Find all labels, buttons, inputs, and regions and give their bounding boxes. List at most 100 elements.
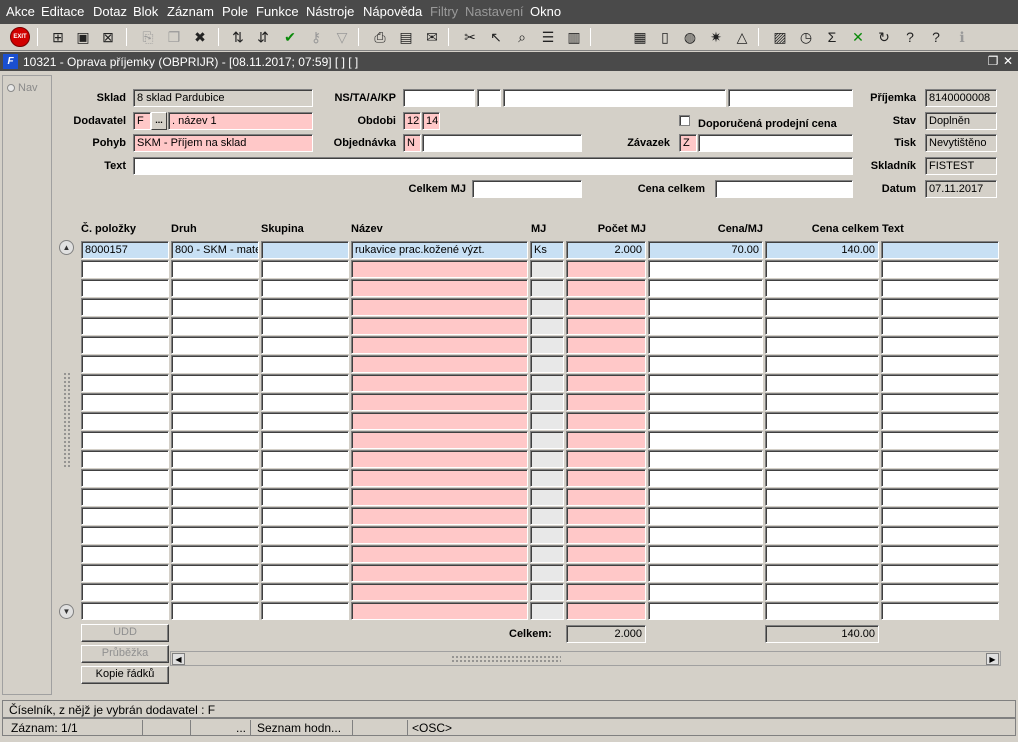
cell-pocet[interactable]	[566, 431, 646, 449]
cell-celkem[interactable]	[765, 583, 879, 601]
cell-celkem[interactable]	[765, 317, 879, 335]
scroll-up-icon[interactable]: ▲	[59, 240, 74, 255]
cell-cena[interactable]	[648, 545, 763, 563]
cell-text[interactable]	[881, 583, 999, 601]
menu-item[interactable]: Nastavení	[465, 4, 524, 19]
checkmark-icon[interactable]: ✔	[280, 27, 300, 47]
cell-cena[interactable]	[648, 431, 763, 449]
menu-item[interactable]: Pole	[222, 4, 248, 19]
cell-polozka[interactable]	[81, 260, 169, 278]
cell-cena[interactable]	[648, 469, 763, 487]
cut-icon[interactable]: ✂	[460, 27, 480, 47]
cell-druh[interactable]	[171, 336, 259, 354]
cell-skupina[interactable]	[261, 336, 349, 354]
cell-cena[interactable]	[648, 336, 763, 354]
copy-icon[interactable]: ❐	[164, 27, 184, 47]
cell-mj[interactable]	[530, 298, 564, 316]
cell-text[interactable]	[881, 564, 999, 582]
sklad-field[interactable]: 8 sklad Pardubice	[133, 89, 313, 107]
menu-item[interactable]: Funkce	[256, 4, 299, 19]
cell-pocet[interactable]: 2.000	[566, 241, 646, 259]
cell-polozka[interactable]	[81, 469, 169, 487]
cell-pocet[interactable]	[566, 279, 646, 297]
cell-celkem[interactable]	[765, 355, 879, 373]
cell-mj[interactable]	[530, 279, 564, 297]
menu-item[interactable]: Akce	[6, 4, 35, 19]
cell-polozka[interactable]	[81, 317, 169, 335]
print-preview-icon[interactable]: ▤	[396, 27, 416, 47]
cell-skupina[interactable]	[261, 507, 349, 525]
cell-mj[interactable]	[530, 469, 564, 487]
cell-polozka[interactable]	[81, 507, 169, 525]
vertical-scrollbar[interactable]: ▲ ▼	[59, 240, 75, 620]
cell-druh[interactable]	[171, 317, 259, 335]
cell-text[interactable]	[881, 507, 999, 525]
cell-polozka[interactable]	[81, 412, 169, 430]
key-icon[interactable]: ⚷	[306, 27, 326, 47]
cell-text[interactable]	[881, 241, 999, 259]
cell-polozka[interactable]	[81, 545, 169, 563]
objednavka-field[interactable]	[422, 134, 582, 152]
cell-text[interactable]	[881, 336, 999, 354]
cell-pocet[interactable]	[566, 583, 646, 601]
cell-nazev[interactable]	[351, 374, 528, 392]
cell-mj[interactable]	[530, 431, 564, 449]
cell-polozka[interactable]	[81, 336, 169, 354]
cell-nazev[interactable]	[351, 412, 528, 430]
delete-record-icon[interactable]: ⊠	[98, 27, 118, 47]
cell-skupina[interactable]	[261, 431, 349, 449]
pohyb-field[interactable]: SKM - Příjem na sklad	[133, 134, 313, 152]
udd-button[interactable]: UDD	[81, 624, 169, 642]
cell-celkem[interactable]	[765, 469, 879, 487]
cell-skupina[interactable]	[261, 488, 349, 506]
excel-icon[interactable]: ✕	[848, 27, 868, 47]
cell-mj[interactable]	[530, 545, 564, 563]
cell-polozka[interactable]	[81, 393, 169, 411]
cell-druh[interactable]	[171, 298, 259, 316]
cell-pocet[interactable]	[566, 450, 646, 468]
cell-mj[interactable]	[530, 374, 564, 392]
cell-text[interactable]	[881, 545, 999, 563]
delete-icon[interactable]: ✖	[190, 27, 210, 47]
cell-nazev[interactable]	[351, 507, 528, 525]
cell-polozka[interactable]	[81, 279, 169, 297]
cell-cena[interactable]	[648, 298, 763, 316]
cell-nazev[interactable]	[351, 450, 528, 468]
horizontal-scrollbar[interactable]: ◀ ▶	[170, 651, 1001, 666]
cell-cena[interactable]	[648, 564, 763, 582]
text-field[interactable]	[133, 157, 853, 175]
cell-nazev[interactable]	[351, 279, 528, 297]
cell-druh[interactable]	[171, 545, 259, 563]
datum-field[interactable]: 07.11.2017	[925, 180, 997, 198]
cell-polozka[interactable]	[81, 355, 169, 373]
exit-icon[interactable]: EXIT	[10, 27, 30, 47]
cell-nazev[interactable]	[351, 469, 528, 487]
cell-text[interactable]	[881, 431, 999, 449]
objednavka-code-field[interactable]: N	[403, 134, 421, 152]
cell-pocet[interactable]	[566, 602, 646, 620]
cell-pocet[interactable]	[566, 564, 646, 582]
cell-mj[interactable]	[530, 450, 564, 468]
page-icon[interactable]: ▯	[655, 27, 675, 47]
kopie-radku-button[interactable]: Kopie řádků	[81, 666, 169, 684]
cell-druh[interactable]	[171, 469, 259, 487]
insert-record-icon[interactable]: ⊞	[48, 27, 68, 47]
cell-polozka[interactable]	[81, 488, 169, 506]
menu-item[interactable]: Blok	[133, 4, 158, 19]
cell-nazev[interactable]	[351, 317, 528, 335]
cell-druh[interactable]	[171, 279, 259, 297]
cell-druh[interactable]	[171, 507, 259, 525]
horizontal-scroll-grip[interactable]	[451, 655, 561, 663]
cell-mj[interactable]	[530, 393, 564, 411]
cell-druh[interactable]	[171, 412, 259, 430]
cell-pocet[interactable]	[566, 298, 646, 316]
cell-text[interactable]	[881, 469, 999, 487]
cell-pocet[interactable]	[566, 412, 646, 430]
cell-mj[interactable]	[530, 507, 564, 525]
cell-celkem[interactable]	[765, 507, 879, 525]
chart-icon[interactable]: ▨	[770, 27, 790, 47]
cell-text[interactable]	[881, 393, 999, 411]
menu-item[interactable]: Dotaz	[93, 4, 127, 19]
ns-field-1[interactable]	[403, 89, 475, 107]
refresh-icon[interactable]: ↻	[874, 27, 894, 47]
